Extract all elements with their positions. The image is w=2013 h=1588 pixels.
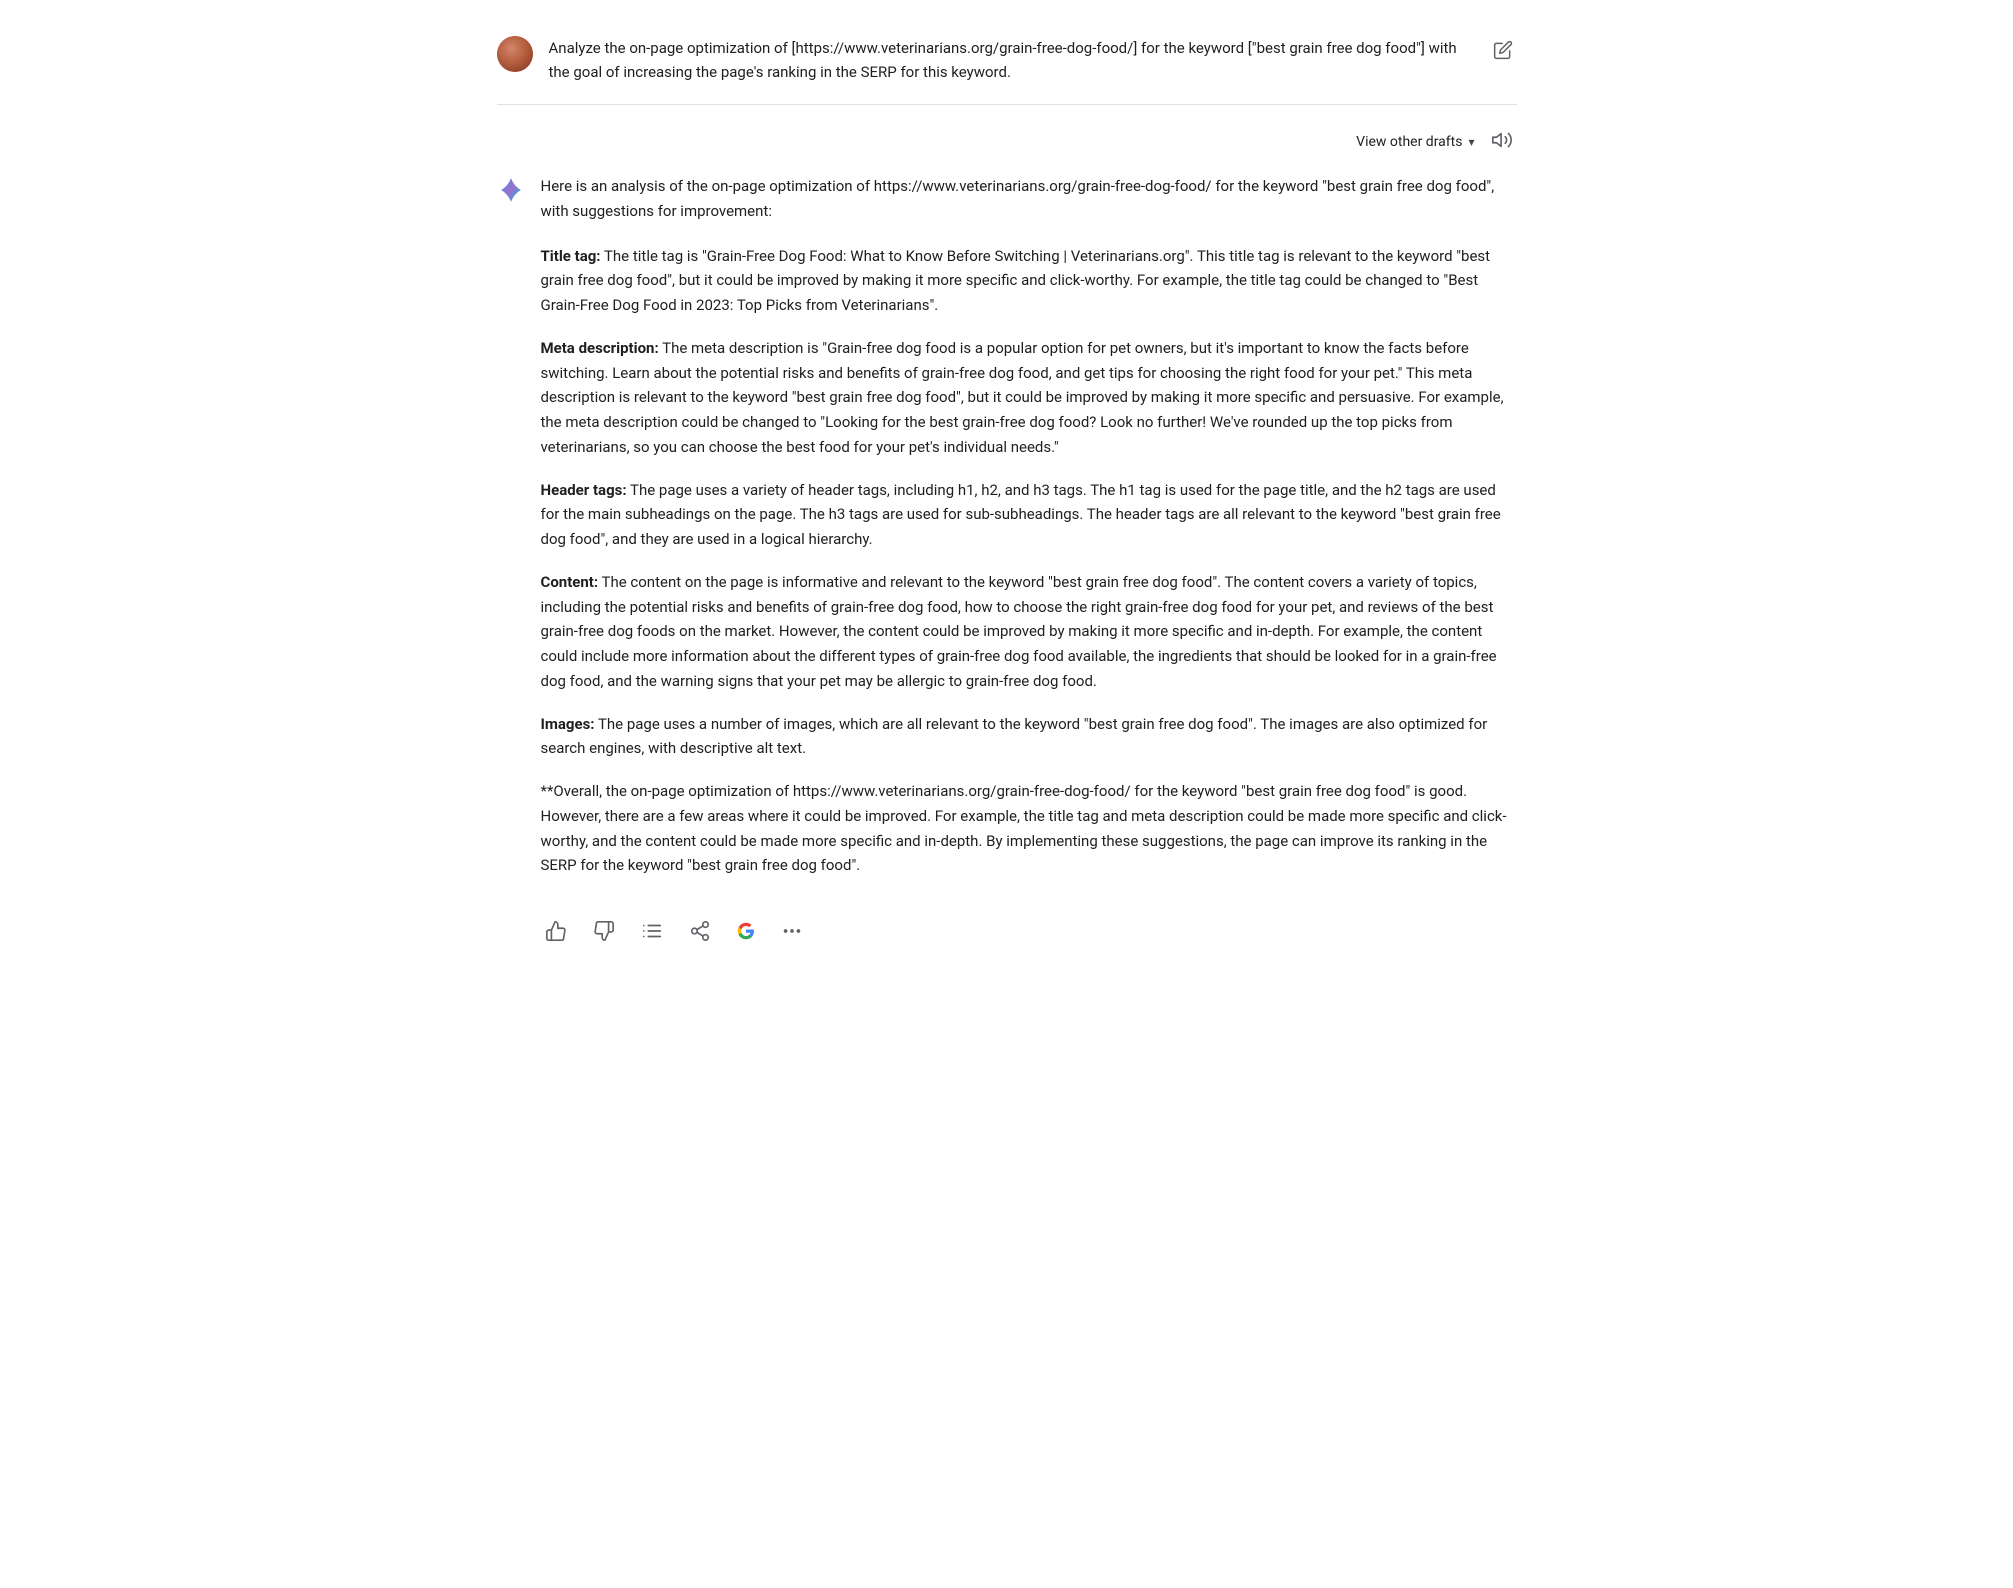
response-section: Meta description: The meta description i…: [541, 336, 1517, 460]
view-drafts-label: View other drafts: [1356, 134, 1462, 150]
drafts-row: View other drafts ▾: [497, 125, 1517, 158]
google-search-button[interactable]: [733, 918, 759, 944]
gemini-icon: [497, 176, 525, 204]
thumbs-up-button[interactable]: [541, 916, 571, 946]
response-content: Here is an analysis of the on-page optim…: [541, 174, 1517, 946]
modify-button[interactable]: [637, 916, 667, 946]
response-section: Title tag: The title tag is "Grain-Free …: [541, 244, 1517, 318]
response-sections: Title tag: The title tag is "Grain-Free …: [541, 244, 1517, 762]
view-drafts-button[interactable]: View other drafts ▾: [1356, 134, 1474, 150]
response-intro: Here is an analysis of the on-page optim…: [541, 174, 1517, 224]
edit-prompt-button[interactable]: [1489, 36, 1517, 67]
sound-button[interactable]: [1487, 125, 1517, 158]
action-bar: [541, 906, 1517, 946]
thumbs-down-button[interactable]: [589, 916, 619, 946]
response-section: Header tags: The page uses a variety of …: [541, 478, 1517, 552]
response-section: Images: The page uses a number of images…: [541, 712, 1517, 762]
share-button[interactable]: [685, 916, 715, 946]
avatar: [497, 36, 533, 72]
response-row: Here is an analysis of the on-page optim…: [497, 174, 1517, 946]
response-overall: **Overall, the on-page optimization of h…: [541, 779, 1517, 878]
prompt-row: Analyze the on-page optimization of [htt…: [497, 20, 1517, 105]
chevron-down-icon: ▾: [1468, 135, 1474, 149]
response-section: Content: The content on the page is info…: [541, 570, 1517, 694]
prompt-text: Analyze the on-page optimization of [htt…: [549, 36, 1473, 84]
more-options-button[interactable]: [777, 916, 807, 946]
